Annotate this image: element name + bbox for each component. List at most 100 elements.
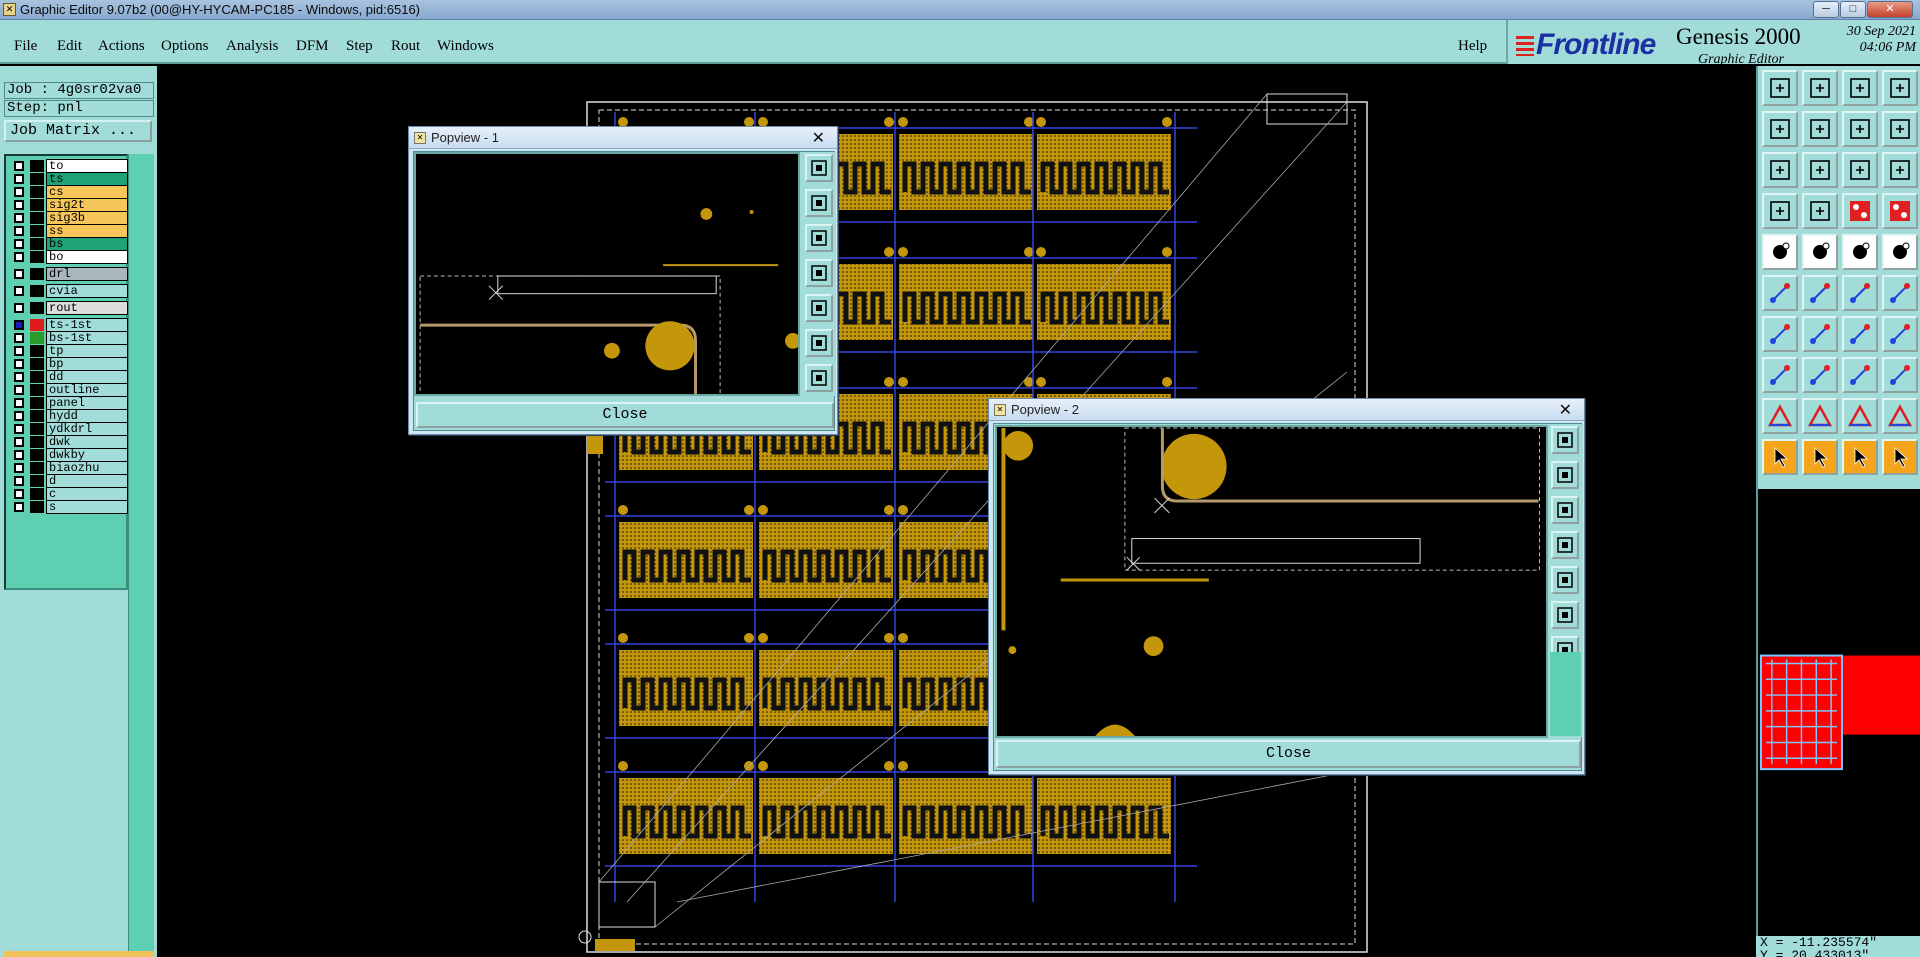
pointer-icon[interactable] [1762, 439, 1798, 475]
menu-step[interactable]: Step [346, 38, 373, 55]
fit-icon[interactable] [805, 329, 833, 357]
layer-name[interactable]: ydkdrl [46, 422, 128, 436]
minimize-button[interactable]: ─ [1813, 1, 1839, 18]
layer-name[interactable]: bp [46, 357, 128, 371]
menu-file[interactable]: File [14, 38, 37, 55]
layer-checkbox[interactable] [14, 174, 24, 184]
menu-analysis[interactable]: Analysis [226, 38, 279, 55]
layer-row-to[interactable]: to [10, 159, 128, 173]
layer-row-bs[interactable]: bs [10, 237, 128, 251]
panel-overview[interactable] [1756, 626, 1920, 936]
popview-2-close-icon[interactable]: ✕ [1559, 400, 1572, 420]
layer-row-drl[interactable]: drl [10, 267, 128, 281]
line-icon[interactable] [1802, 316, 1838, 352]
layer-row-dwk[interactable]: dwk [10, 435, 128, 449]
help-icon[interactable] [1882, 152, 1918, 188]
layer-row-bp[interactable]: bp [10, 357, 128, 371]
layer-name[interactable]: biaozhu [46, 461, 128, 475]
layer-row-ts-1st[interactable]: ts-1st [10, 318, 128, 332]
fit-icon[interactable] [1551, 601, 1579, 629]
popview-2-titlebar[interactable]: ✕ Popview - 2 ✕ [989, 399, 1584, 421]
angle-icon[interactable] [1762, 316, 1798, 352]
triangle-icon[interactable] [1762, 398, 1798, 434]
layer-row-bo[interactable]: bo [10, 250, 128, 264]
layer-row-cvia[interactable]: cvia [10, 284, 128, 298]
layer-name[interactable]: d [46, 474, 128, 488]
menu-options[interactable]: Options [161, 38, 209, 55]
zoom-window-icon[interactable] [805, 154, 833, 182]
circle-icon[interactable] [1882, 234, 1918, 270]
pointer-select-icon[interactable] [1802, 439, 1838, 475]
layers-color-icon[interactable] [1842, 193, 1878, 229]
minus-icon[interactable] [1802, 357, 1838, 393]
zoom-out-icon[interactable] [805, 224, 833, 252]
layer-name[interactable]: bo [46, 250, 128, 264]
popview-2-window[interactable]: ✕ Popview - 2 ✕ Close [988, 398, 1585, 775]
layer-name[interactable]: panel [46, 396, 128, 410]
job-matrix-button[interactable]: Job Matrix ... [4, 120, 152, 142]
pad-icon[interactable] [1762, 234, 1798, 270]
arc-icon[interactable] [1802, 398, 1838, 434]
menu-edit[interactable]: Edit [57, 38, 82, 55]
node-icon[interactable] [1762, 275, 1798, 311]
connect-icon[interactable] [1842, 275, 1878, 311]
layer-checkbox[interactable] [14, 359, 24, 369]
pan-left-icon[interactable] [1551, 531, 1579, 559]
layer-row-cs[interactable]: cs [10, 185, 128, 199]
route-icon[interactable] [1882, 439, 1918, 475]
popview-1-titlebar[interactable]: ✕ Popview - 1 ✕ [409, 127, 837, 149]
zoom-window-icon[interactable] [1551, 426, 1579, 454]
layer-checkbox[interactable] [14, 437, 24, 447]
layer-row-ydkdrl[interactable]: ydkdrl [10, 422, 128, 436]
measure-icon[interactable] [1762, 193, 1798, 229]
pan-left-icon[interactable] [805, 259, 833, 287]
pointer-move-icon[interactable] [1842, 439, 1878, 475]
layer-name[interactable]: bs [46, 237, 128, 251]
home-icon[interactable] [1802, 70, 1838, 106]
popview-1-viewport[interactable] [414, 152, 800, 396]
layer-name[interactable]: outline [46, 383, 128, 397]
layer-row-d[interactable]: d [10, 474, 128, 488]
layer-name[interactable]: hydd [46, 409, 128, 423]
layer-checkbox[interactable] [14, 346, 24, 356]
layer-checkbox[interactable] [14, 450, 24, 460]
zoom-in-icon[interactable] [1551, 461, 1579, 489]
shape-icon[interactable] [1882, 357, 1918, 393]
menu-rout[interactable]: Rout [391, 38, 420, 55]
cross-icon[interactable] [1802, 275, 1838, 311]
distance-icon[interactable] [1842, 357, 1878, 393]
panel-layout-icon[interactable] [1882, 70, 1918, 106]
layer-checkbox[interactable] [14, 303, 24, 313]
layer-row-dwkby[interactable]: dwkby [10, 448, 128, 462]
grid-icon[interactable] [1802, 193, 1838, 229]
layer-checkbox[interactable] [14, 489, 24, 499]
layer-checkbox[interactable] [14, 476, 24, 486]
maximize-button[interactable]: □ [1840, 1, 1866, 18]
zoom-out-icon[interactable] [1551, 496, 1579, 524]
connect-icon[interactable] [1882, 275, 1918, 311]
zoom-ratio-icon[interactable] [1842, 111, 1878, 147]
pan-left-icon[interactable] [1762, 111, 1798, 147]
layer-checkbox[interactable] [14, 333, 24, 343]
popview-1-close-button[interactable]: Close [416, 402, 834, 428]
layer-checkbox[interactable] [14, 385, 24, 395]
layer-checkbox[interactable] [14, 398, 24, 408]
layer-row-hydd[interactable]: hydd [10, 409, 128, 423]
layer-checkbox[interactable] [14, 502, 24, 512]
popview-1-close-icon[interactable]: ✕ [812, 128, 825, 148]
pan-right-icon[interactable] [1551, 566, 1579, 594]
layer-row-c[interactable]: c [10, 487, 128, 501]
layer-name[interactable]: cs [46, 185, 128, 199]
scale-icon[interactable] [1842, 152, 1878, 188]
window-title-bar[interactable]: ✕ Graphic Editor 9.07b2 (00@HY-HYCAM-PC1… [0, 0, 1920, 20]
menu-actions[interactable]: Actions [98, 38, 145, 55]
snap-icon[interactable] [1882, 111, 1918, 147]
line-select-icon[interactable] [1802, 234, 1838, 270]
close-window-button[interactable]: ✕ [1867, 1, 1913, 18]
center-icon[interactable] [1802, 152, 1838, 188]
layer-name[interactable]: bs-1st [46, 331, 128, 345]
left-scroll-strip[interactable] [128, 154, 154, 957]
layer-name[interactable]: tp [46, 344, 128, 358]
layer-checkbox[interactable] [14, 411, 24, 421]
zoom-fit-icon[interactable] [805, 364, 833, 392]
